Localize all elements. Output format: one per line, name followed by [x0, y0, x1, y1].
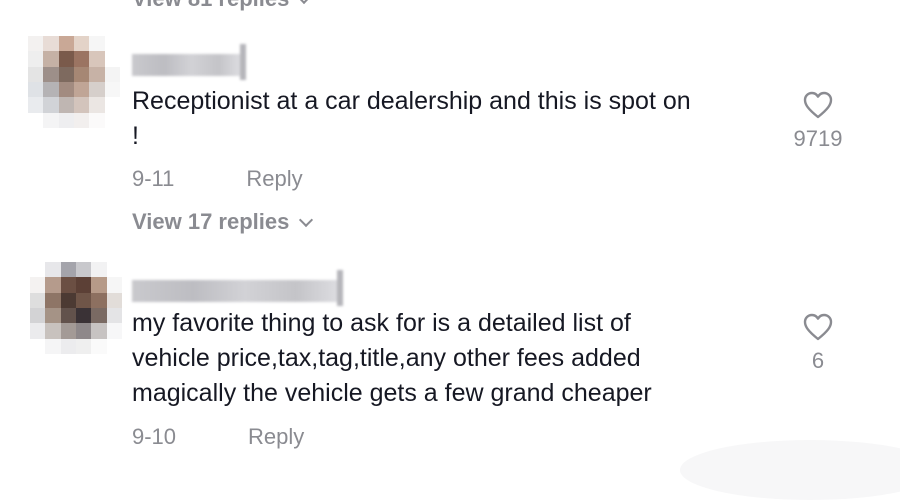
- comment-meta: 9-10 Reply: [132, 424, 304, 450]
- view-replies-button[interactable]: View 17 replies: [132, 209, 314, 235]
- comment-date: 9-10: [132, 424, 177, 449]
- comment-date: 9-11: [132, 166, 175, 191]
- reply-button[interactable]: Reply: [248, 424, 304, 450]
- comment-item: Receptionist at a car dealership and thi…: [0, 0, 900, 250]
- avatar[interactable]: [28, 36, 120, 128]
- view-replies-label: View 17 replies: [132, 209, 290, 234]
- like-count: 6: [811, 348, 825, 373]
- heart-icon[interactable]: [802, 90, 834, 120]
- like-control[interactable]: 6: [783, 312, 853, 374]
- like-control[interactable]: 9719: [783, 90, 853, 152]
- avatar[interactable]: [30, 262, 122, 354]
- heart-icon[interactable]: [802, 312, 834, 342]
- username-redacted[interactable]: [132, 44, 246, 80]
- like-count: 9719: [793, 126, 843, 151]
- comment-item: my favorite thing to ask for is a detail…: [0, 250, 900, 470]
- chevron-down-icon: [299, 212, 314, 227]
- comment-text: my favorite thing to ask for is a detail…: [132, 309, 652, 407]
- username-redacted[interactable]: [132, 270, 343, 306]
- bottom-overlay-shape: [680, 440, 900, 500]
- comment-text: Receptionist at a car dealership and thi…: [132, 87, 691, 150]
- reply-button[interactable]: Reply: [246, 166, 302, 192]
- comment-meta: 9-11 Reply: [132, 166, 303, 192]
